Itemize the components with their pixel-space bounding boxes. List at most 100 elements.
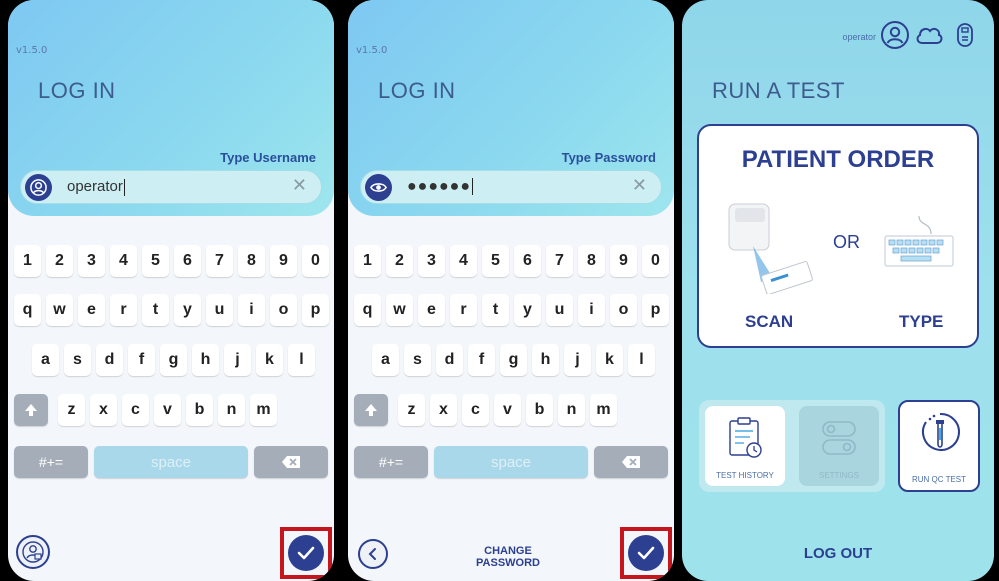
key[interactable]: g xyxy=(160,344,187,376)
test-history-button[interactable]: TEST HISTORY xyxy=(705,406,785,486)
scanner-image[interactable] xyxy=(723,202,819,295)
key[interactable]: n xyxy=(558,394,585,426)
key[interactable]: v xyxy=(154,394,181,426)
eye-icon[interactable] xyxy=(365,174,392,201)
space-key[interactable]: space xyxy=(94,446,248,478)
symbols-key[interactable]: #+= xyxy=(14,446,88,478)
space-key[interactable]: space xyxy=(434,446,588,478)
key[interactable]: d xyxy=(96,344,123,376)
key[interactable]: 4 xyxy=(110,245,137,277)
key[interactable]: u xyxy=(546,294,573,326)
key[interactable]: f xyxy=(128,344,155,376)
backspace-key[interactable] xyxy=(594,446,668,478)
key[interactable]: 2 xyxy=(386,245,413,277)
key[interactable]: 0 xyxy=(642,245,669,277)
username-input[interactable]: operator ✕ xyxy=(20,170,322,204)
key[interactable]: 3 xyxy=(418,245,445,277)
confirm-button[interactable] xyxy=(280,527,332,579)
type-option[interactable]: TYPE xyxy=(899,312,943,332)
key[interactable]: s xyxy=(64,344,91,376)
key[interactable]: n xyxy=(218,394,245,426)
key[interactable]: p xyxy=(302,294,329,326)
key[interactable]: 7 xyxy=(546,245,573,277)
key[interactable]: r xyxy=(450,294,477,326)
key[interactable]: w xyxy=(46,294,73,326)
key[interactable]: h xyxy=(532,344,559,376)
key[interactable]: 6 xyxy=(514,245,541,277)
usb-icon[interactable] xyxy=(950,20,980,50)
key[interactable]: m xyxy=(250,394,277,426)
key[interactable]: 1 xyxy=(354,245,381,277)
key[interactable]: a xyxy=(372,344,399,376)
key[interactable]: q xyxy=(354,294,381,326)
key[interactable]: i xyxy=(238,294,265,326)
key[interactable]: 2 xyxy=(46,245,73,277)
key[interactable]: 8 xyxy=(578,245,605,277)
key[interactable]: j xyxy=(564,344,591,376)
backspace-key[interactable] xyxy=(254,446,328,478)
key[interactable]: 6 xyxy=(174,245,201,277)
key[interactable]: 8 xyxy=(238,245,265,277)
keyboard-image[interactable] xyxy=(879,214,959,274)
key[interactable]: k xyxy=(256,344,283,376)
key[interactable]: h xyxy=(192,344,219,376)
key[interactable]: b xyxy=(186,394,213,426)
key[interactable]: e xyxy=(78,294,105,326)
key[interactable]: 7 xyxy=(206,245,233,277)
cloud-icon[interactable] xyxy=(914,20,944,50)
key[interactable]: y xyxy=(514,294,541,326)
key[interactable]: o xyxy=(270,294,297,326)
key[interactable]: p xyxy=(642,294,669,326)
key[interactable]: k xyxy=(596,344,623,376)
key[interactable]: 4 xyxy=(450,245,477,277)
key[interactable]: i xyxy=(578,294,605,326)
key[interactable]: z xyxy=(58,394,85,426)
key[interactable]: m xyxy=(590,394,617,426)
scan-option[interactable]: SCAN xyxy=(745,312,793,332)
key[interactable]: u xyxy=(206,294,233,326)
key[interactable]: 1 xyxy=(14,245,41,277)
key[interactable]: c xyxy=(462,394,489,426)
key[interactable]: r xyxy=(110,294,137,326)
back-button[interactable] xyxy=(358,539,388,569)
key[interactable]: 3 xyxy=(78,245,105,277)
user-profile-icon[interactable] xyxy=(880,20,910,50)
password-input[interactable]: ●●●●●● ✕ xyxy=(360,170,662,204)
settings-button[interactable]: SETTINGS xyxy=(799,406,879,486)
run-qc-test-button[interactable]: RUN QC TEST xyxy=(898,400,980,492)
symbols-key[interactable]: #+= xyxy=(354,446,428,478)
key[interactable]: t xyxy=(142,294,169,326)
key[interactable]: e xyxy=(418,294,445,326)
key[interactable]: l xyxy=(628,344,655,376)
key[interactable]: z xyxy=(398,394,425,426)
key[interactable]: y xyxy=(174,294,201,326)
key[interactable]: d xyxy=(436,344,463,376)
key[interactable]: 9 xyxy=(270,245,297,277)
key[interactable]: w xyxy=(386,294,413,326)
key[interactable]: 9 xyxy=(610,245,637,277)
key[interactable]: t xyxy=(482,294,509,326)
confirm-button[interactable] xyxy=(620,527,672,579)
key[interactable]: j xyxy=(224,344,251,376)
logout-button[interactable]: LOG OUT xyxy=(682,545,994,562)
key[interactable]: q xyxy=(14,294,41,326)
key[interactable]: g xyxy=(500,344,527,376)
key[interactable]: 5 xyxy=(142,245,169,277)
key[interactable]: b xyxy=(526,394,553,426)
shift-key[interactable] xyxy=(354,394,388,426)
shift-key[interactable] xyxy=(14,394,48,426)
clear-icon[interactable]: ✕ xyxy=(632,175,647,196)
clear-icon[interactable]: ✕ xyxy=(292,175,307,196)
key[interactable]: o xyxy=(610,294,637,326)
key[interactable]: 5 xyxy=(482,245,509,277)
account-switch-button[interactable] xyxy=(16,535,50,569)
key[interactable]: s xyxy=(404,344,431,376)
key[interactable]: l xyxy=(288,344,315,376)
key[interactable]: c xyxy=(122,394,149,426)
key[interactable]: v xyxy=(494,394,521,426)
key[interactable]: 0 xyxy=(302,245,329,277)
key[interactable]: a xyxy=(32,344,59,376)
key[interactable]: x xyxy=(430,394,457,426)
key[interactable]: x xyxy=(90,394,117,426)
change-password-link[interactable]: CHANGE PASSWORD xyxy=(448,545,568,569)
